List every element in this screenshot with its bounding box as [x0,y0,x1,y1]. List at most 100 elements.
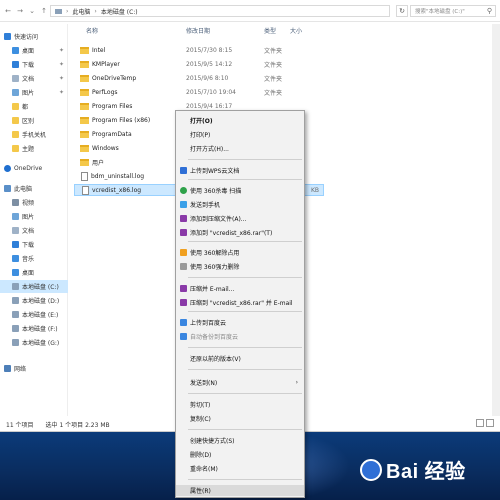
sidebar-item-network[interactable]: 网络 [0,362,68,375]
music-icon [12,255,19,262]
menu-item-compress-rar-email[interactable]: 压缩到 "vcredist_x86.rar" 并 E-mail [176,297,304,308]
menu-item-auto-backup-baidu[interactable]: 自动备份到百度云 [176,331,304,342]
menu-item-label: 上传到WPS云文档 [190,168,240,175]
sidebar-item-desktop-pinned[interactable]: 桌面 ✦ [0,44,68,57]
large-icons-view-icon[interactable] [486,419,494,427]
menu-item-send-to[interactable]: 发送到(N) › [176,377,304,388]
file-row[interactable]: OneDriveTemp 2015/9/6 8:10 文件夹 [74,72,324,84]
up-arrow-icon[interactable]: ↑ [38,5,50,17]
desktop-icon [12,269,19,276]
menu-item-add-to-archive[interactable]: 添加到压缩文件(A)... [176,213,304,224]
menu-item-rename[interactable]: 重命名(M) [176,463,304,474]
details-view-icon[interactable] [476,419,484,427]
refresh-icon[interactable]: ↻ [396,5,408,17]
menu-item-send-to-phone[interactable]: 发送到手机 [176,199,304,210]
text-file-icon [81,171,88,181]
sidebar-item-label: 音乐 [22,256,35,263]
computer-icon [4,185,11,192]
sidebar-item-folder-4[interactable]: 主题 [0,142,68,155]
sidebar-item-label: 本地磁盘 (F:) [22,326,58,333]
menu-item-upload-wps[interactable]: 上传到WPS云文档 [176,165,304,176]
menu-item-delete[interactable]: 删除(D) [176,449,304,460]
menu-item-open[interactable]: 打开(O) [176,115,304,126]
sidebar-item-drive-d[interactable]: 本地磁盘 (D:) [0,294,68,307]
vertical-scrollbar[interactable] [492,24,500,416]
file-date: 2015/9/4 16:17 [186,102,233,110]
sidebar-item-music[interactable]: 音乐 [0,252,68,265]
sidebar-item-drive-c[interactable]: 本地磁盘 (C:) [0,280,68,293]
sidebar-item-videos[interactable]: 视频 [0,196,68,209]
sidebar-item-downloads-pinned[interactable]: 下载 ✦ [0,58,68,71]
menu-item-open-with[interactable]: 打开方式(H)... [176,143,304,154]
breadcrumb-separator-icon: › [94,7,97,15]
folder-icon [12,103,19,110]
column-header-type[interactable]: 类型 [264,26,276,36]
menu-item-copy[interactable]: 复制(C) [176,413,304,424]
sidebar-item-documents[interactable]: 文档 [0,224,68,237]
pin-icon: ✦ [58,75,64,82]
menu-item-cut[interactable]: 剪切(T) [176,399,304,410]
file-type: 文件夹 [264,47,283,55]
sidebar-item-label: 下载 [22,242,35,249]
sidebar-item-desktop[interactable]: 桌面 [0,266,68,279]
file-name: OneDriveTemp [92,74,137,82]
menu-item-360-unlock[interactable]: 使用 360解除占用 [176,247,304,258]
breadcrumb-separator-icon: › [66,7,69,15]
file-row[interactable]: Intel 2015/7/30 8:15 文件夹 [74,44,324,56]
file-row[interactable]: KMPlayer 2015/9/5 14:12 文件夹 [74,58,324,70]
menu-item-label: 发送到手机 [190,202,221,209]
search-input[interactable]: 搜索"本地磁盘 (C:)" ⚲ [410,5,496,17]
sidebar-item-this-pc[interactable]: 此电脑 [0,182,68,195]
sidebar-item-downloads[interactable]: 下载 [0,238,68,251]
menu-item-upload-baidu[interactable]: 上传到百度云 [176,317,304,328]
sidebar-item-pictures[interactable]: 图片 [0,210,68,223]
sidebar-item-quick-access[interactable]: 快速访问 [0,30,68,43]
back-arrow-icon[interactable]: ← [2,5,14,17]
sidebar-item-documents-pinned[interactable]: 文档 ✦ [0,72,68,85]
column-header-name[interactable]: 名称 [86,26,98,36]
menu-item-properties[interactable]: 属性(R) [176,485,304,496]
menu-item-create-shortcut[interactable]: 创建快捷方式(S) [176,435,304,446]
search-icon: ⚲ [486,7,492,15]
menu-item-label: 删除(D) [190,452,212,459]
sidebar-item-folder-1[interactable]: 都 [0,100,68,113]
breadcrumb-c-drive[interactable]: 本地磁盘 (C:) [101,7,138,16]
file-row[interactable]: PerfLogs 2015/7/10 19:04 文件夹 [74,86,324,98]
sidebar-item-drive-g[interactable]: 本地磁盘 (G:) [0,336,68,349]
menu-item-360-force-delete[interactable]: 使用 360强力删除 [176,261,304,272]
menu-item-print[interactable]: 打印(P) [176,129,304,140]
sidebar-item-drive-f[interactable]: 本地磁盘 (F:) [0,322,68,335]
column-header-date[interactable]: 修改日期 [186,26,210,36]
baidu-cloud-icon [180,333,187,340]
sidebar-item-folder-2[interactable]: 区别 [0,114,68,127]
sidebar-item-label: 本地磁盘 (D:) [22,298,60,305]
drive-icon [12,325,19,332]
menu-item-360-scan[interactable]: 使用 360杀毒 扫描 [176,185,304,196]
column-header-size[interactable]: 大小 [290,26,302,36]
sidebar-item-label: 此电脑 [14,186,33,193]
menu-item-restore-previous[interactable]: 还原以前的版本(V) [176,353,304,364]
menu-item-label: 使用 360强力删除 [190,264,240,271]
forward-arrow-icon[interactable]: → [14,5,26,17]
address-bar-row: ← → ⌄ ↑ › 此电脑 › 本地磁盘 (C:) ↻ 搜索"本地磁盘 (C:)… [0,0,500,22]
folder-icon [80,130,89,138]
menu-item-compress-email[interactable]: 压缩并 E-mail... [176,283,304,294]
sidebar-item-onedrive[interactable]: OneDrive [0,162,68,175]
sidebar-item-pictures-pinned[interactable]: 图片 ✦ [0,86,68,99]
sidebar-item-drive-e[interactable]: 本地磁盘 (E:) [0,308,68,321]
menu-item-add-to-rar[interactable]: 添加到 "vcredist_x86.rar"(T) [176,227,304,238]
recent-dropdown-icon[interactable]: ⌄ [26,5,38,17]
sidebar-item-folder-3[interactable]: 手机关机 [0,128,68,141]
sidebar-item-label: 桌面 [22,270,35,277]
antivirus-icon [180,187,187,194]
address-box[interactable]: › 此电脑 › 本地磁盘 (C:) [50,5,390,17]
sidebar-item-label: 图片 [22,90,35,97]
menu-item-label: 添加到 "vcredist_x86.rar"(T) [190,230,273,237]
sidebar-item-label: 下载 [22,62,35,69]
menu-item-label: 创建快捷方式(S) [190,438,235,445]
menu-divider [188,479,302,480]
file-type: 文件夹 [264,89,283,97]
breadcrumb-this-pc[interactable]: 此电脑 [72,7,90,16]
folder-icon [80,74,89,82]
menu-divider [188,159,302,160]
